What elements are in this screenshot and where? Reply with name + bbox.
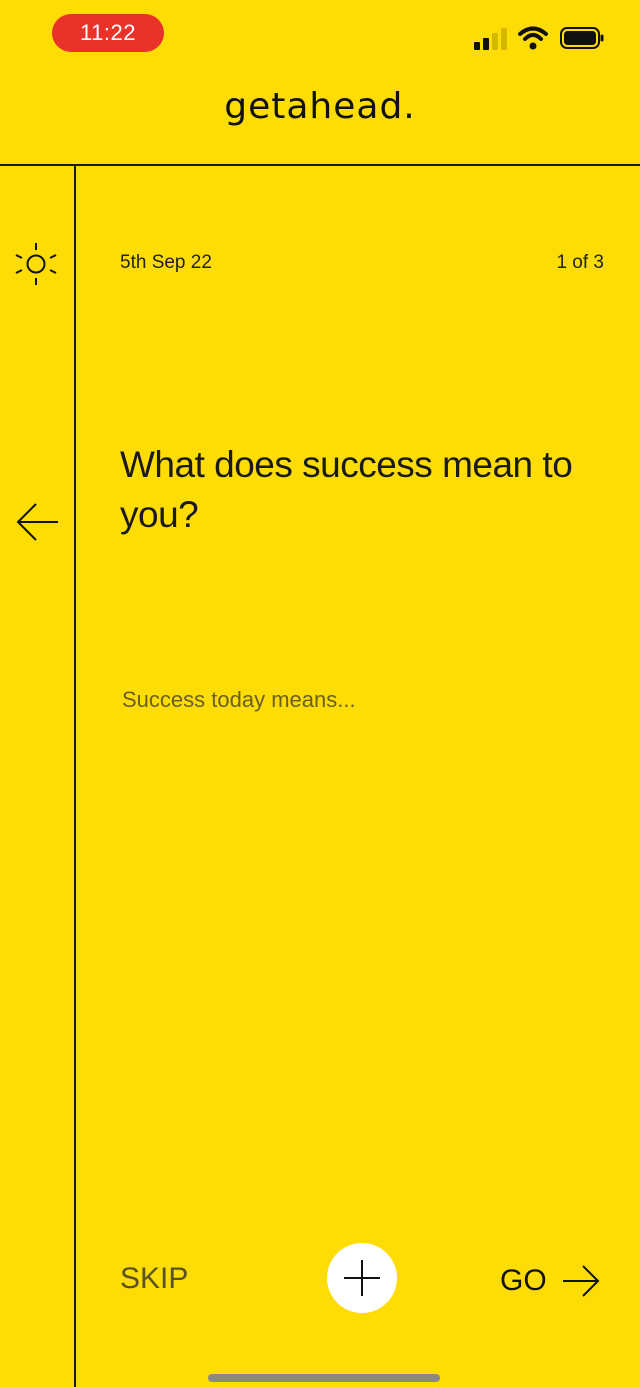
plus-icon	[344, 1260, 380, 1296]
status-time: 11:22	[52, 14, 164, 52]
side-rail	[0, 166, 76, 1387]
skip-button[interactable]: SKIP	[120, 1262, 188, 1296]
page-counter: 1 of 3	[556, 252, 604, 273]
entry-date: 5th Sep 22	[120, 252, 212, 273]
wifi-icon	[518, 26, 548, 50]
signal-icon	[474, 28, 507, 50]
sun-icon[interactable]	[13, 240, 59, 288]
app-logo: getahead.	[224, 86, 416, 127]
prompt-question: What does success mean to you?	[120, 444, 573, 535]
go-button[interactable]: GO	[500, 1263, 601, 1299]
app-header: getahead.	[0, 70, 640, 166]
status-bar: 11:22	[0, 0, 640, 70]
add-button[interactable]	[327, 1243, 397, 1313]
back-arrow-icon[interactable]	[14, 500, 60, 544]
battery-icon	[560, 27, 604, 49]
go-label: GO	[500, 1264, 547, 1297]
answer-input[interactable]	[122, 680, 592, 720]
forward-arrow-icon	[562, 1265, 600, 1297]
home-indicator[interactable]	[208, 1374, 440, 1382]
